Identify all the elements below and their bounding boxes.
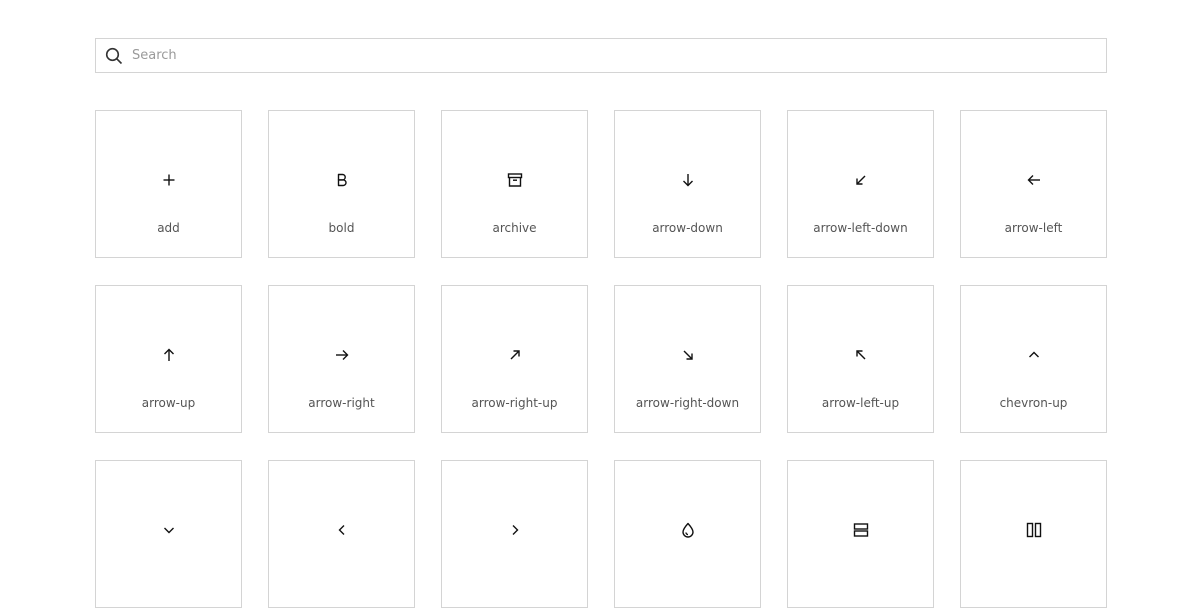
icon-tile-archive[interactable]: archive	[441, 110, 588, 258]
icon-tile-arrow-left-up[interactable]: arrow-left-up	[787, 285, 934, 433]
icon-label: arrow-left-down	[813, 221, 908, 235]
split-horizontal-icon	[852, 521, 870, 539]
bold-icon	[333, 171, 351, 189]
arrow-left-down-icon	[852, 171, 870, 189]
chevron-down-icon	[160, 521, 178, 539]
icon-tile-split-vertical[interactable]	[960, 460, 1107, 608]
search-input[interactable]	[132, 39, 1106, 72]
search-bar[interactable]	[95, 38, 1107, 73]
icon-tile-split-horizontal[interactable]	[787, 460, 934, 608]
arrow-up-icon	[160, 346, 178, 364]
icon-tile-arrow-down[interactable]: arrow-down	[614, 110, 761, 258]
icon-label: arrow-up	[141, 396, 196, 410]
icon-label: add	[157, 221, 180, 235]
icon-label: arrow-down	[652, 221, 723, 235]
icon-grid: add bold archive arrow-down arrow-left-d…	[95, 110, 1107, 608]
icon-tile-add[interactable]: add	[95, 110, 242, 258]
icon-tile-chevron-left[interactable]	[268, 460, 415, 608]
icon-label: archive	[492, 221, 537, 235]
icon-label: bold	[328, 221, 355, 235]
chevron-up-icon	[1025, 346, 1043, 364]
icon-tile-arrow-right-up[interactable]: arrow-right-up	[441, 285, 588, 433]
search-icon	[104, 46, 124, 66]
icon-tile-chevron-up[interactable]: chevron-up	[960, 285, 1107, 433]
icon-tile-bold[interactable]: bold	[268, 110, 415, 258]
icon-tile-arrow-right-down[interactable]: arrow-right-down	[614, 285, 761, 433]
icon-label: chevron-up	[999, 396, 1068, 410]
icon-tile-arrow-left-down[interactable]: arrow-left-down	[787, 110, 934, 258]
archive-icon	[506, 171, 524, 189]
icon-label: arrow-right-up	[471, 396, 558, 410]
icon-tile-arrow-left[interactable]: arrow-left	[960, 110, 1107, 258]
chevron-left-icon	[333, 521, 351, 539]
arrow-left-up-icon	[852, 346, 870, 364]
drop-icon	[679, 521, 697, 539]
arrow-left-icon	[1025, 171, 1043, 189]
icon-tile-chevron-right[interactable]	[441, 460, 588, 608]
arrow-right-icon	[333, 346, 351, 364]
icon-tile-arrow-right[interactable]: arrow-right	[268, 285, 415, 433]
icon-tile-drop[interactable]	[614, 460, 761, 608]
chevron-right-icon	[506, 521, 524, 539]
icon-tile-arrow-up[interactable]: arrow-up	[95, 285, 242, 433]
add-icon	[160, 171, 178, 189]
icon-label: arrow-left	[1004, 221, 1063, 235]
split-vertical-icon	[1025, 521, 1043, 539]
icon-label: arrow-left-up	[821, 396, 900, 410]
arrow-right-up-icon	[506, 346, 524, 364]
icon-tile-chevron-down[interactable]	[95, 460, 242, 608]
icon-label: arrow-right-down	[635, 396, 740, 410]
arrow-right-down-icon	[679, 346, 697, 364]
icon-label: arrow-right	[308, 396, 375, 410]
arrow-down-icon	[679, 171, 697, 189]
